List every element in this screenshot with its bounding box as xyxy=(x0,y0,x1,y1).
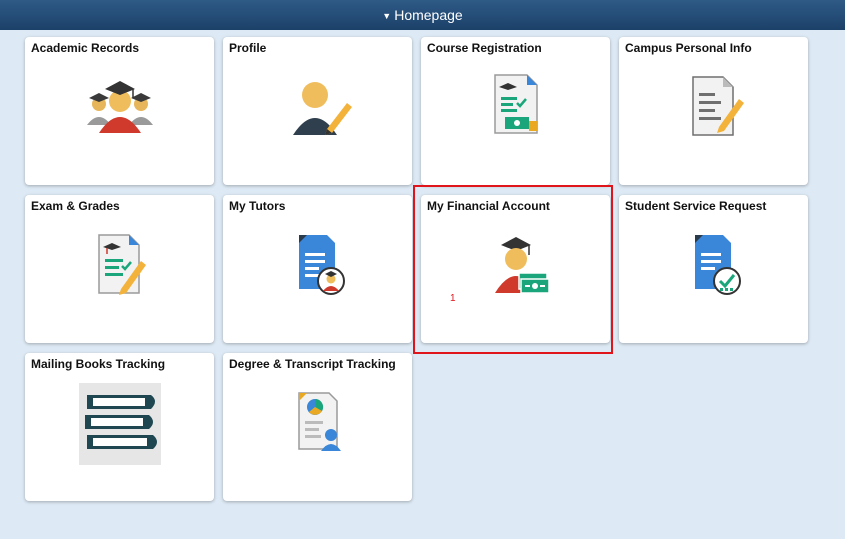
caret-down-icon: ▼ xyxy=(382,11,392,21)
tile-student-service-request[interactable]: Student Service Request xyxy=(619,195,808,343)
tile-course-registration[interactable]: Course Registration xyxy=(421,37,610,185)
tile-degree-transcript-tracking[interactable]: Degree & Transcript Tracking xyxy=(223,353,412,501)
graduates-group-icon xyxy=(85,71,155,141)
tile-academic-records[interactable]: Academic Records xyxy=(25,37,214,185)
exam-document-icon xyxy=(85,229,155,299)
tile-title: Campus Personal Info xyxy=(625,41,752,55)
homepage-header[interactable]: ▼ Homepage xyxy=(0,0,845,30)
person-edit-icon xyxy=(283,71,353,141)
tile-title: Profile xyxy=(229,41,267,55)
tile-campus-personal-info[interactable]: Campus Personal Info xyxy=(619,37,808,185)
books-stack-icon xyxy=(78,383,161,465)
tutor-document-icon xyxy=(283,229,353,299)
document-edit-icon xyxy=(679,71,749,141)
tile-mailing-books-tracking[interactable]: Mailing Books Tracking xyxy=(25,353,214,501)
tile-title: Exam & Grades xyxy=(31,199,120,213)
annotation-marker: 1 xyxy=(450,293,456,304)
tile-title: Academic Records xyxy=(31,41,140,55)
tile-title: My Tutors xyxy=(229,199,286,213)
registration-document-icon xyxy=(481,71,551,141)
transcript-report-icon xyxy=(283,387,353,457)
tile-title: Student Service Request xyxy=(625,199,767,213)
tile-title: Mailing Books Tracking xyxy=(31,357,166,371)
tile-title: Course Registration xyxy=(427,41,542,55)
service-request-document-icon xyxy=(679,229,749,299)
tile-profile[interactable]: Profile xyxy=(223,37,412,185)
tile-exam-grades[interactable]: Exam & Grades xyxy=(25,195,214,343)
tile-title: Degree & Transcript Tracking xyxy=(229,357,396,371)
homepage-title: Homepage xyxy=(394,7,463,23)
student-money-icon xyxy=(481,229,551,299)
tile-my-financial-account[interactable]: My Financial Account xyxy=(421,195,610,343)
tile-title: My Financial Account xyxy=(427,199,550,213)
tile-my-tutors[interactable]: My Tutors xyxy=(223,195,412,343)
